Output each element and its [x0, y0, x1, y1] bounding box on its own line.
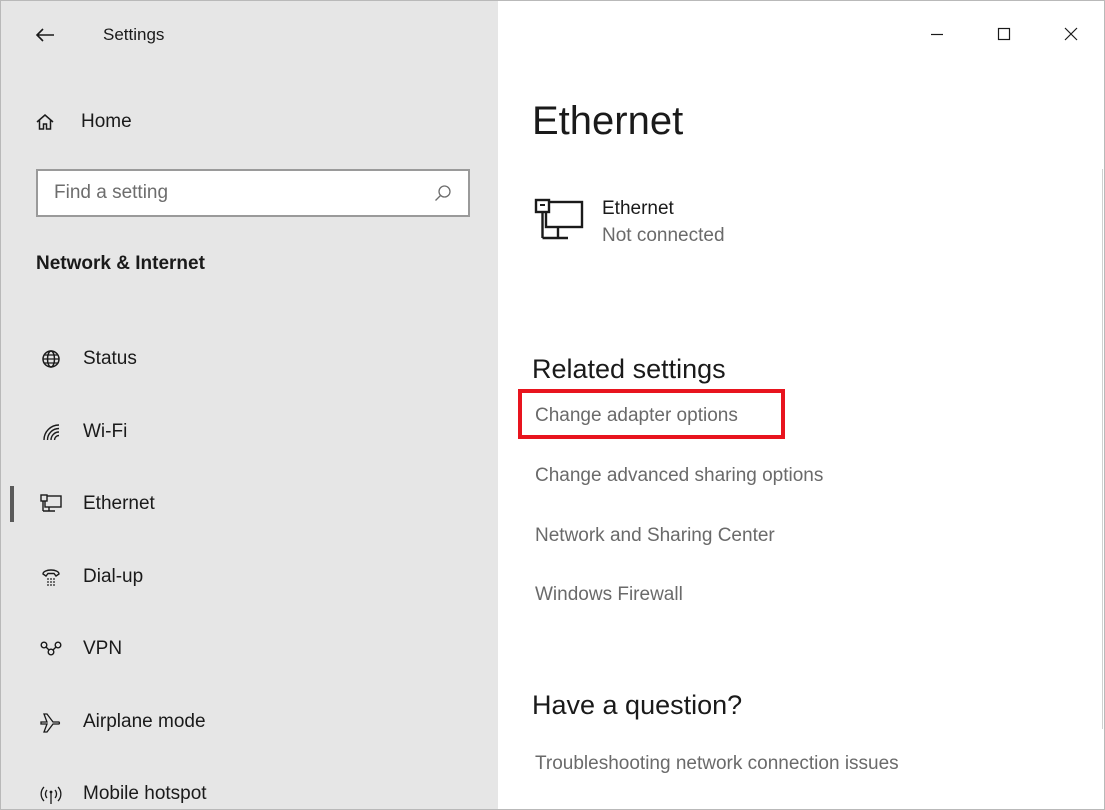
related-settings-heading: Related settings	[532, 354, 726, 384]
close-icon	[1064, 27, 1077, 41]
maximize-button[interactable]	[970, 1, 1037, 67]
sidebar-item-airplane-mode[interactable]: Airplane mode	[1, 686, 498, 759]
search-input[interactable]	[38, 170, 430, 216]
ethernet-connection-item[interactable]: Ethernet Not connected	[532, 196, 725, 250]
sidebar-item-label: Ethernet	[83, 493, 155, 515]
sidebar-item-vpn[interactable]: VPN	[1, 613, 498, 686]
change-adapter-options-link[interactable]: Change adapter options	[535, 403, 738, 429]
airplane-icon	[37, 708, 65, 736]
vpn-icon	[37, 635, 65, 663]
maximize-icon	[997, 27, 1010, 41]
window-controls	[903, 1, 1104, 67]
home-nav-item[interactable]: Home	[35, 107, 132, 137]
settings-window: Settings Home Network & Internet	[0, 0, 1105, 810]
sidebar-item-status[interactable]: Status	[1, 323, 498, 396]
close-button[interactable]	[1037, 1, 1104, 67]
sidebar-nav: Status Wi-Fi Ethernet Dial-up VPN Airpla…	[1, 323, 498, 809]
connection-status: Not connected	[602, 225, 725, 246]
minimize-icon	[930, 33, 943, 36]
app-title: Settings	[103, 25, 165, 44]
sidebar-item-label: VPN	[83, 638, 123, 660]
globe-icon	[37, 345, 65, 373]
back-button[interactable]	[27, 21, 63, 49]
connection-name: Ethernet	[602, 198, 674, 219]
sidebar-item-mobile-hotspot[interactable]: Mobile hotspot	[1, 758, 498, 809]
ethernet-icon	[534, 198, 584, 240]
sidebar-item-label: Airplane mode	[83, 710, 206, 732]
minimize-button[interactable]	[903, 1, 970, 67]
sidebar-item-label: Status	[83, 348, 137, 370]
sidebar: Settings Home Network & Internet	[1, 1, 498, 809]
ethernet-icon	[37, 490, 65, 518]
sidebar-item-label: Dial-up	[83, 565, 144, 587]
change-advanced-sharing-link[interactable]: Change advanced sharing options	[535, 463, 823, 489]
windows-firewall-link[interactable]: Windows Firewall	[535, 582, 683, 608]
search-icon[interactable]	[430, 184, 456, 202]
scrollbar[interactable]	[1102, 169, 1103, 729]
home-label: Home	[81, 111, 132, 132]
dialup-icon	[37, 563, 65, 591]
wifi-icon	[37, 418, 65, 446]
page-title: Ethernet	[532, 99, 684, 143]
search-box[interactable]	[36, 169, 470, 217]
have-a-question-heading: Have a question?	[532, 690, 743, 720]
network-sharing-center-link[interactable]: Network and Sharing Center	[535, 523, 775, 549]
main-content: Ethernet Ethernet Not connected Related …	[498, 1, 1104, 809]
sidebar-item-label: Mobile hotspot	[83, 783, 207, 805]
section-title: Network & Internet	[36, 253, 205, 274]
home-icon	[35, 112, 65, 132]
back-arrow-icon	[35, 28, 54, 42]
sidebar-item-label: Wi-Fi	[83, 420, 128, 442]
sidebar-item-dialup[interactable]: Dial-up	[1, 541, 498, 614]
sidebar-item-wifi[interactable]: Wi-Fi	[1, 396, 498, 469]
hotspot-icon	[37, 780, 65, 808]
sidebar-item-ethernet[interactable]: Ethernet	[1, 468, 498, 541]
troubleshooting-link[interactable]: Troubleshooting network connection issue…	[535, 751, 899, 777]
